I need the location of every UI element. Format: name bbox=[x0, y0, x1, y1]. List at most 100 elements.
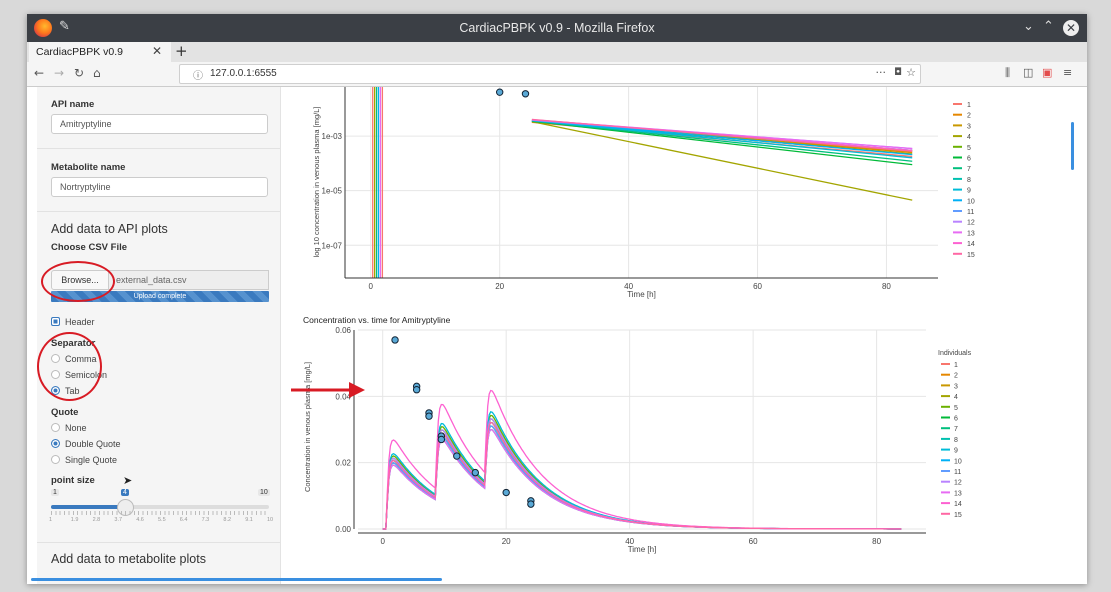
slider-grid-label: 9.1 bbox=[245, 517, 253, 523]
bookmark-star-icon[interactable]: ☆ bbox=[906, 66, 916, 79]
legend-item: 4 bbox=[954, 394, 958, 401]
series-line bbox=[382, 418, 902, 530]
metabolite-name-label: Metabolite name bbox=[51, 162, 126, 173]
quote-label: Quote bbox=[51, 407, 79, 418]
legend-item: 10 bbox=[954, 458, 962, 465]
slider-grid-label: 2.8 bbox=[92, 517, 101, 523]
slider-grid-label: 7.3 bbox=[201, 517, 210, 523]
divider bbox=[37, 542, 280, 543]
legend-item: 2 bbox=[967, 113, 971, 120]
option-label: None bbox=[65, 423, 87, 433]
y-tick-label: 1e-07 bbox=[322, 241, 343, 250]
slider-value-label: 4 bbox=[121, 489, 129, 496]
data-point bbox=[425, 412, 433, 420]
point-size-label: point size bbox=[51, 475, 95, 486]
tab-close-icon[interactable]: ✕ bbox=[152, 44, 162, 58]
url-text[interactable]: 127.0.0.1:6555 bbox=[210, 68, 277, 79]
legend-item: 12 bbox=[967, 220, 975, 227]
data-point bbox=[502, 488, 510, 497]
page-actions-menu[interactable]: ··· bbox=[876, 66, 887, 79]
home-icon[interactable]: ⌂ bbox=[93, 66, 101, 80]
sidebar-panel: API name Amitryptyline Metabolite name N… bbox=[37, 87, 281, 584]
navigation-bar: ← → ↻ ⌂ ⓘ 127.0.0.1:6555 ··· ◘ ☆ ⫼ ◫ ▣ ≡ bbox=[27, 62, 1087, 87]
legend-item: 3 bbox=[967, 123, 971, 130]
tab-cardiacpbpk[interactable]: CardiacPBPK v0.9 ✕ bbox=[29, 42, 171, 62]
reload-icon[interactable]: ↻ bbox=[74, 66, 84, 80]
api-name-label: API name bbox=[51, 99, 95, 110]
quote-option-single[interactable]: Single Quote bbox=[51, 455, 117, 465]
legend-item: 1 bbox=[967, 102, 971, 109]
point-size-slider-fill bbox=[51, 505, 125, 509]
legend-item: 8 bbox=[954, 437, 958, 444]
option-label: Single Quote bbox=[65, 455, 118, 465]
slider-grid-label: 10 bbox=[267, 517, 274, 523]
series-line bbox=[382, 411, 902, 530]
slider-min-label: 1 bbox=[51, 489, 59, 496]
info-icon[interactable]: ⓘ bbox=[193, 67, 203, 82]
legend-item: 14 bbox=[954, 501, 962, 508]
quote-option-none[interactable]: None bbox=[51, 423, 87, 433]
url-bar[interactable]: ⓘ 127.0.0.1:6555 ··· ◘ ☆ bbox=[179, 64, 921, 84]
sidebar-toggle-icon[interactable]: ◫ bbox=[1023, 66, 1033, 79]
new-tab-button[interactable]: + bbox=[175, 42, 188, 60]
x-tick-label: 20 bbox=[495, 282, 504, 291]
radio-selected-icon[interactable] bbox=[51, 439, 60, 448]
back-icon[interactable]: ← bbox=[34, 66, 44, 80]
browser-window: ✎ CardiacPBPK v0.9 - Mozilla Firefox ⌄ ⌃… bbox=[27, 14, 1087, 584]
close-icon[interactable]: ✕ bbox=[1063, 20, 1079, 36]
legend-item: 6 bbox=[954, 416, 958, 423]
header-label: Header bbox=[65, 317, 95, 327]
legend-item: 9 bbox=[967, 188, 971, 195]
data-point bbox=[521, 90, 530, 98]
add-api-data-heading: Add data to API plots bbox=[51, 222, 168, 236]
pocket-icon[interactable]: ◘ bbox=[894, 67, 902, 78]
api-name-input[interactable]: Amitryptyline bbox=[51, 114, 268, 134]
page-content: API name Amitryptyline Metabolite name N… bbox=[27, 87, 1087, 584]
slider-grid-label: 6.4 bbox=[179, 517, 188, 523]
window-title: CardiacPBPK v0.9 - Mozilla Firefox bbox=[459, 21, 655, 35]
series-line bbox=[531, 120, 913, 162]
slider-grid-label: 8.2 bbox=[223, 517, 232, 523]
forward-icon[interactable]: → bbox=[54, 66, 64, 80]
y-axis-title: Concentration in venous plasma [mg/L] bbox=[303, 362, 312, 492]
title-bar: ✎ CardiacPBPK v0.9 - Mozilla Firefox ⌄ ⌃… bbox=[27, 14, 1087, 42]
horizontal-scrollbar[interactable] bbox=[31, 578, 442, 581]
library-icon[interactable]: ⫼ bbox=[1005, 66, 1010, 80]
legend-item: 8 bbox=[967, 177, 971, 184]
series-line bbox=[382, 414, 902, 530]
legend-item: 1 bbox=[954, 362, 958, 369]
data-point bbox=[527, 500, 535, 508]
slider-grid-label: 3.7 bbox=[114, 517, 123, 523]
legend-item: 5 bbox=[954, 405, 958, 412]
legend-item: 7 bbox=[967, 166, 971, 173]
menu-icon[interactable]: ≡ bbox=[1063, 66, 1072, 79]
mouse-cursor-icon: ➤ bbox=[123, 475, 133, 487]
slider-grid-label: 4.6 bbox=[136, 517, 144, 523]
radio-icon[interactable] bbox=[51, 423, 60, 432]
legend-item: 13 bbox=[967, 230, 975, 237]
legend-item: 3 bbox=[954, 383, 958, 390]
chart-title: Concentration vs. time for Amitryptyline bbox=[303, 315, 451, 325]
metabolite-name-input[interactable]: Nortryptyline bbox=[51, 177, 268, 197]
header-checkbox[interactable]: Header bbox=[51, 317, 95, 327]
x-tick-label: 0 bbox=[369, 282, 374, 291]
maximize-icon[interactable]: ⌃ bbox=[1043, 19, 1054, 34]
annotation-circle-separator bbox=[37, 332, 102, 401]
tab-label: CardiacPBPK v0.9 bbox=[36, 46, 123, 58]
legend-item: 12 bbox=[954, 480, 962, 487]
vertical-scrollbar[interactable] bbox=[1071, 122, 1074, 170]
x-axis-title: Time [h] bbox=[627, 290, 656, 299]
legend-item: 10 bbox=[967, 198, 975, 205]
legend-item: 7 bbox=[954, 426, 958, 433]
series-line bbox=[531, 121, 913, 201]
plots-canvas: 0 20 40 60 801e-031e-051e-07Time [h]log 10 c… bbox=[291, 87, 975, 554]
radio-icon[interactable] bbox=[51, 455, 60, 464]
quote-option-double[interactable]: Double Quote bbox=[51, 439, 121, 449]
extension-icon[interactable]: ▣ bbox=[1042, 66, 1052, 79]
file-name-display: external_data.csv bbox=[109, 270, 269, 290]
checkbox-checked-icon[interactable] bbox=[51, 317, 60, 326]
divider bbox=[37, 211, 280, 212]
minimize-icon[interactable]: ⌄ bbox=[1023, 19, 1034, 34]
series-line bbox=[531, 118, 913, 152]
series-line bbox=[382, 418, 902, 530]
